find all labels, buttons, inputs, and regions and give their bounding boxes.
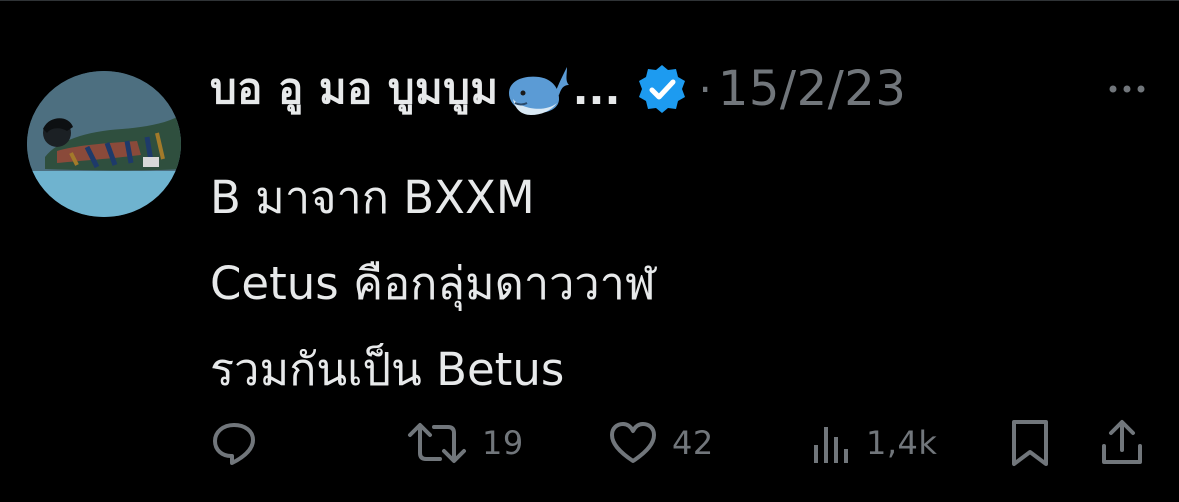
whale-emoji-icon xyxy=(501,59,571,119)
tweet-header: บอ อู มอ บูมบูม ... · 15/2/23 xyxy=(210,53,906,125)
more-horizontal-icon xyxy=(1109,85,1145,93)
like-button[interactable]: 42 xyxy=(608,413,714,473)
verified-badge-icon xyxy=(636,63,688,115)
like-count: 42 xyxy=(672,424,714,462)
tweet-date[interactable]: 15/2/23 xyxy=(718,61,907,117)
views-icon xyxy=(814,427,848,463)
tweet-text-line: รวมกันเป็น Betus xyxy=(210,343,565,396)
tweet-card[interactable]: บอ อู มอ บูมบูม ... · 15/2/23 B มาจาก BX… xyxy=(0,0,1179,502)
views-button[interactable]: 1,4k xyxy=(812,413,937,473)
avatar[interactable] xyxy=(27,71,181,217)
header-separator: · xyxy=(698,64,712,114)
retweet-icon xyxy=(408,423,466,463)
more-options-button[interactable] xyxy=(1107,79,1147,99)
bookmark-button[interactable] xyxy=(1010,413,1050,473)
tweet-actions: 19 42 1,4k xyxy=(0,413,1179,473)
share-button[interactable] xyxy=(1100,413,1144,473)
retweet-count: 19 xyxy=(482,424,524,462)
heart-icon xyxy=(610,422,656,463)
reply-icon xyxy=(213,423,255,465)
tweet-text: B มาจาก BXXM Cetus คือกลุ่มดาววาฬ รวมกัน… xyxy=(210,155,1150,413)
avatar-photo xyxy=(27,71,181,217)
reply-button[interactable] xyxy=(210,413,272,473)
name-truncation: ... xyxy=(572,64,621,114)
bookmark-icon xyxy=(1012,420,1048,466)
display-name[interactable]: บอ อู มอ บูมบูม xyxy=(210,56,499,122)
tweet-text-line: Cetus คือกลุ่มดาววาฬ xyxy=(210,257,656,310)
tweet-text-line: B มาจาก BXXM xyxy=(210,171,535,224)
views-count: 1,4k xyxy=(866,424,938,462)
retweet-button[interactable]: 19 xyxy=(406,413,524,473)
share-icon xyxy=(1102,420,1142,464)
